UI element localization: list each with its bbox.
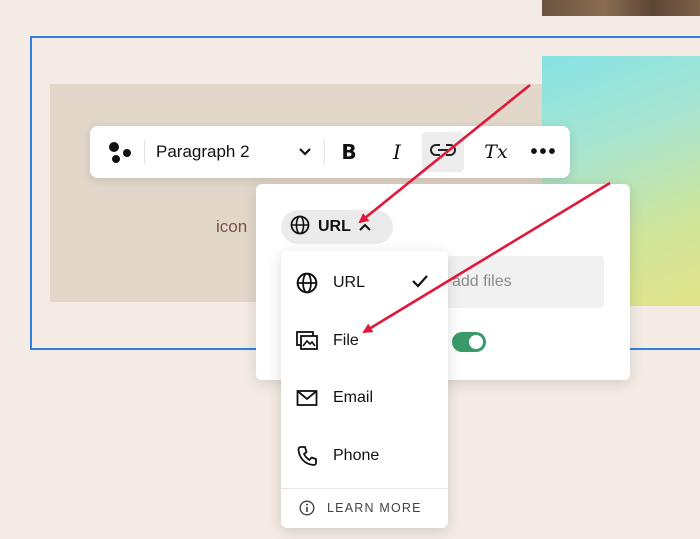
chevron-down-icon xyxy=(298,142,312,162)
menu-item-email[interactable]: Email xyxy=(281,372,448,424)
link-button[interactable] xyxy=(422,132,464,172)
more-options-button[interactable]: ••• xyxy=(524,126,564,178)
link-url-input[interactable]: add files xyxy=(436,256,604,308)
menu-divider xyxy=(281,488,448,489)
menu-item-url[interactable]: URL xyxy=(281,257,448,309)
menu-item-label: URL xyxy=(333,274,366,291)
paragraph-style-select[interactable]: Paragraph 2 xyxy=(150,126,318,178)
learn-more-label: LEARN MORE xyxy=(327,501,422,515)
globe-icon xyxy=(295,271,319,295)
chevron-up-icon xyxy=(359,218,371,236)
phone-icon xyxy=(295,444,319,468)
text-format-toolbar: Paragraph 2 B I Tx ••• xyxy=(90,126,570,178)
link-icon xyxy=(430,142,456,163)
menu-item-label: Phone xyxy=(333,447,380,464)
image-file-icon xyxy=(295,329,319,353)
clear-formatting-button[interactable]: Tx xyxy=(478,126,514,178)
open-in-new-tab-toggle[interactable] xyxy=(452,332,486,352)
info-icon xyxy=(299,500,315,516)
learn-more-link[interactable]: LEARN MORE xyxy=(281,491,448,525)
block-style-icon[interactable] xyxy=(98,126,142,178)
menu-item-phone[interactable]: Phone xyxy=(281,430,448,482)
menu-item-label: Email xyxy=(333,389,374,406)
text-block-content[interactable]: icon xyxy=(216,217,247,237)
bold-button[interactable]: B xyxy=(332,126,366,178)
menu-item-label: File xyxy=(333,332,359,349)
italic-button[interactable]: I xyxy=(380,126,414,178)
background-photo-strip xyxy=(542,0,700,16)
link-type-menu: URL File Email Phone LEARN MORE xyxy=(281,251,448,528)
envelope-icon xyxy=(295,386,319,410)
paragraph-style-value: Paragraph 2 xyxy=(156,142,250,161)
menu-item-file[interactable]: File xyxy=(281,315,448,367)
link-type-chip-label: URL xyxy=(318,218,351,235)
link-type-chip[interactable]: URL xyxy=(281,210,393,244)
toolbar-divider xyxy=(324,140,325,164)
toggle-knob xyxy=(469,335,483,349)
toolbar-divider xyxy=(144,140,145,164)
globe-icon xyxy=(290,215,310,240)
checkmark-icon xyxy=(411,274,429,293)
